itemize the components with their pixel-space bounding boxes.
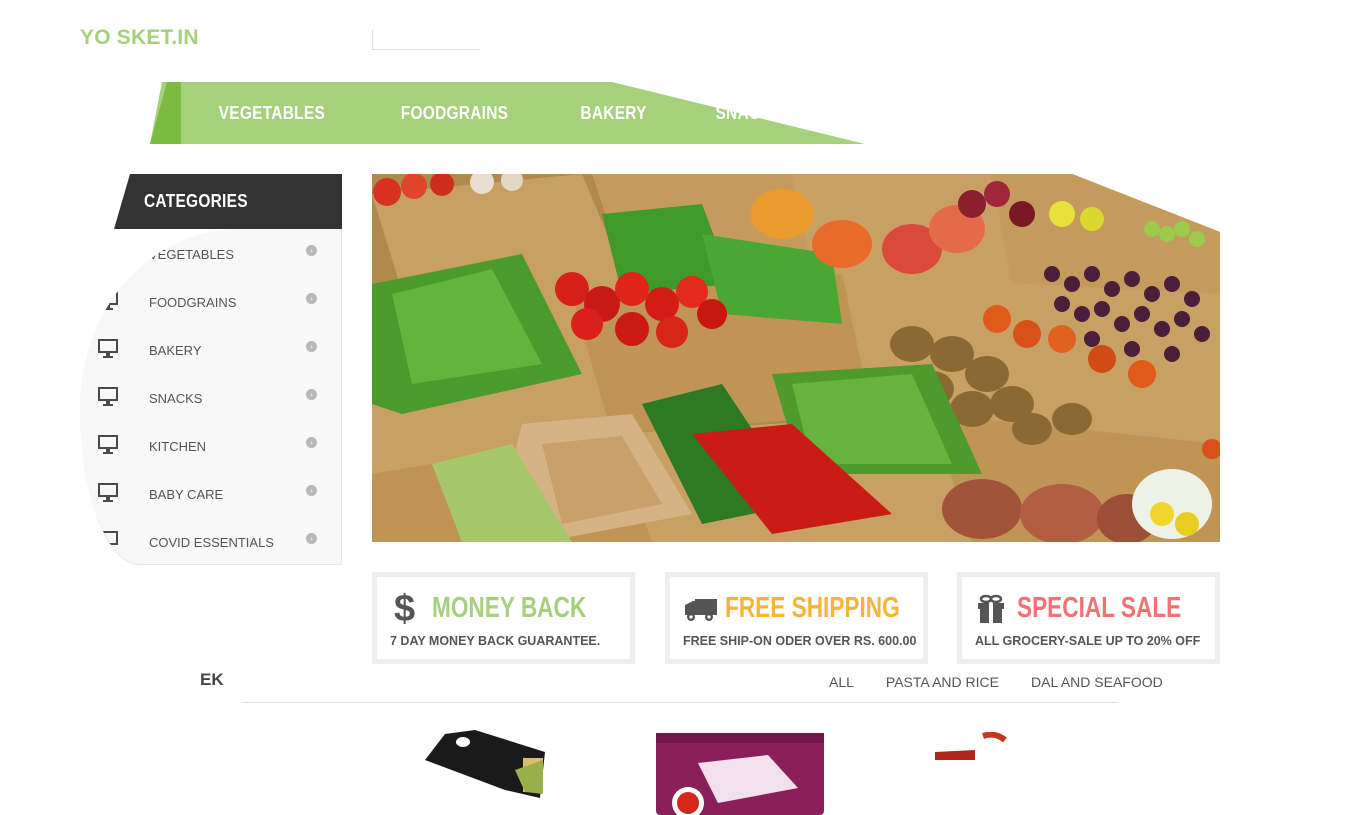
gift-icon xyxy=(978,594,1004,623)
sidebar-item-label: KITCHEN xyxy=(149,439,207,454)
arrow-circle-icon: › xyxy=(306,485,317,496)
arrow-circle-icon: › xyxy=(306,245,317,256)
nav-item-kitchen[interactable]: KI xyxy=(822,103,889,124)
monitor-icon xyxy=(98,387,118,406)
sidebar-item-vegetables[interactable]: VEGETABLES › xyxy=(80,229,341,277)
product-image[interactable] xyxy=(415,730,550,800)
product-image[interactable] xyxy=(648,733,833,815)
arrow-circle-icon: › xyxy=(306,437,317,448)
feature-desc: ALL GROCERY-SALE UP TO 20% OFF xyxy=(975,634,1201,648)
nav-item-snacks[interactable]: SNACKS xyxy=(690,103,807,124)
main-nav: VEGETABLES FOODGRAINS BAKERY SNACKS KI xyxy=(181,82,894,144)
sidebar-item-label: BAKERY xyxy=(149,343,202,358)
monitor-icon xyxy=(98,243,118,262)
filter-pasta-and-rice[interactable]: PASTA AND RICE xyxy=(886,674,999,690)
arrow-circle-icon: › xyxy=(306,341,317,352)
feature-title: FREE SHIPPING xyxy=(725,592,900,624)
feature-title: SPECIAL SALE xyxy=(1017,592,1182,624)
truck-icon xyxy=(685,599,717,621)
feature-desc: FREE SHIP-ON ODER OVER RS. 600.00 xyxy=(683,634,917,648)
section-title: EK xyxy=(200,670,224,689)
hero-banner-image[interactable] xyxy=(372,174,1220,542)
nav-item-vegetables[interactable]: VEGETABLES xyxy=(194,103,350,124)
sidebar-item-baby-care[interactable]: BABY CARE › xyxy=(80,469,341,517)
sidebar-item-label: COVID ESSENTIALS xyxy=(149,535,274,550)
nav-item-bakery[interactable]: BAKERY xyxy=(555,103,671,124)
dollar-icon: $ xyxy=(394,589,415,625)
sidebar-item-label: BABY CARE xyxy=(149,487,224,502)
monitor-icon xyxy=(98,483,118,502)
filter-dal-and-seafood[interactable]: DAL AND SEAFOOD xyxy=(1031,674,1163,690)
site-logo[interactable]: YO SKET.IN xyxy=(80,26,199,50)
sidebar-item-label: FOODGRAINS xyxy=(149,295,237,310)
svg-text:$: $ xyxy=(394,589,415,625)
sidebar-item-kitchen[interactable]: KITCHEN › xyxy=(80,421,341,469)
categories-title: CATEGORIES xyxy=(144,191,248,211)
feature-title: MONEY BACK xyxy=(432,592,587,624)
arrow-circle-icon: › xyxy=(306,533,317,544)
sidebar-item-label: SNACKS xyxy=(149,391,203,406)
product-image[interactable] xyxy=(935,732,1045,762)
monitor-icon xyxy=(98,291,118,310)
feature-desc: 7 DAY MONEY BACK GUARANTEE. xyxy=(390,634,601,648)
arrow-circle-icon: › xyxy=(306,389,317,400)
sidebar-item-label: VEGETABLES xyxy=(149,247,235,262)
categories-list: VEGETABLES › FOODGRAINS › BAKERY › SNACK… xyxy=(80,229,342,565)
filter-all[interactable]: ALL xyxy=(829,674,854,690)
categories-header: CATEGORIES xyxy=(114,174,342,229)
sidebar-item-snacks[interactable]: SNACKS › xyxy=(80,373,341,421)
nav-accent-stripe xyxy=(150,82,181,144)
arrow-circle-icon: › xyxy=(306,293,317,304)
feature-money-back: $ MONEY BACK 7 DAY MONEY BACK GUARANTEE. xyxy=(372,572,635,664)
monitor-icon xyxy=(98,531,118,550)
product-filters: ALL PASTA AND RICE DAL AND SEAFOOD xyxy=(813,674,1179,690)
monitor-icon xyxy=(98,339,118,358)
search-input[interactable] xyxy=(372,30,480,50)
sidebar-item-bakery[interactable]: BAKERY › xyxy=(80,325,341,373)
sidebar-item-covid-essentials[interactable]: COVID ESSENTIALS › xyxy=(80,517,341,564)
section-divider xyxy=(242,702,1118,703)
produce-market-illustration xyxy=(372,174,1220,542)
nav-item-foodgrains[interactable]: FOODGRAINS xyxy=(375,103,532,124)
sidebar-item-foodgrains[interactable]: FOODGRAINS › xyxy=(80,277,341,325)
monitor-icon xyxy=(98,435,118,454)
feature-free-shipping: FREE SHIPPING FREE SHIP-ON ODER OVER RS.… xyxy=(665,572,928,664)
feature-special-sale: SPECIAL SALE ALL GROCERY-SALE UP TO 20% … xyxy=(957,572,1220,664)
